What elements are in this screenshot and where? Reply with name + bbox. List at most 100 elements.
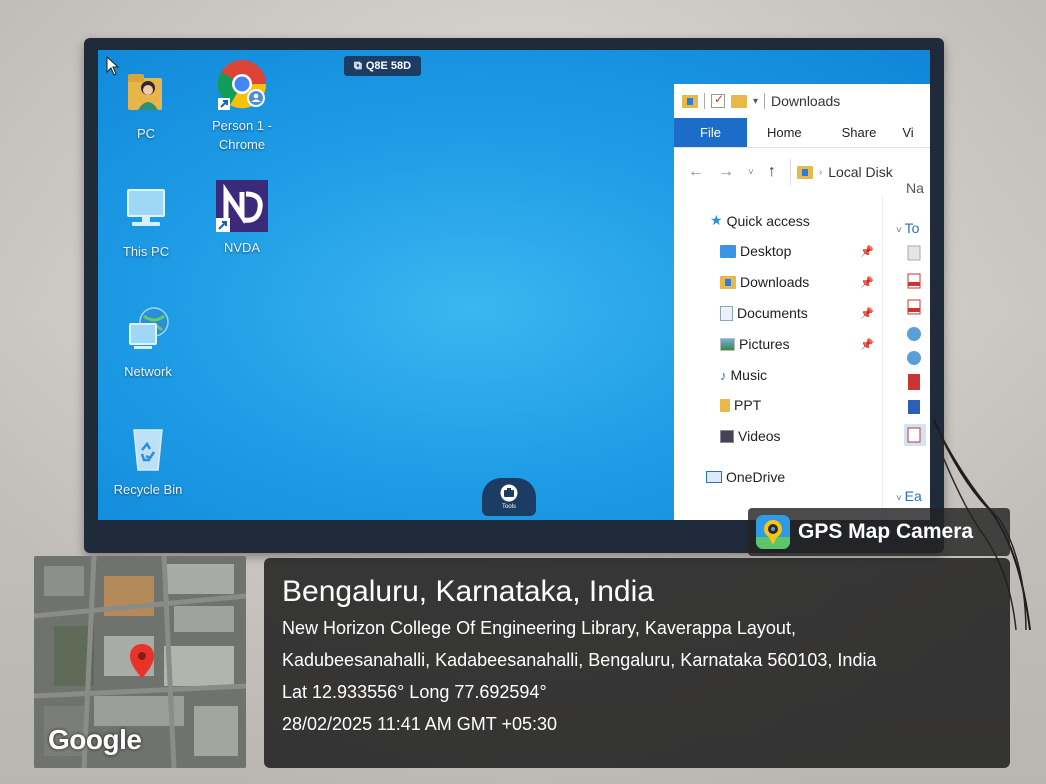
nav-label: Downloads <box>740 274 810 290</box>
timestamp: 28/02/2025 11:41 AM GMT +05:30 <box>282 714 558 734</box>
group-header-today[interactable]: ˅ To <box>896 220 919 236</box>
file-icons-column <box>904 245 926 446</box>
breadcrumb-separator-icon: › <box>818 166 823 178</box>
nav-label: Videos <box>738 428 781 444</box>
nav-quick-access[interactable]: ★ Quick access <box>710 212 810 229</box>
google-logo: Google <box>48 724 142 755</box>
desktop-icon-recycle-bin[interactable]: Recycle Bin <box>108 420 188 499</box>
group-header-earlier[interactable]: ˅ Ea <box>896 488 922 504</box>
tools-button[interactable]: Tools <box>482 478 536 516</box>
desktop-icon-label: Recycle Bin <box>113 482 183 497</box>
nav-label: Documents <box>737 305 808 321</box>
gps-app-badge: GPS Map Camera <box>748 508 1010 556</box>
address-line-2: Kadubeesanahalli, Kadabeesanahalli, Beng… <box>282 650 877 670</box>
screen-share-badge: ⧉ Q8E 58D <box>344 56 422 76</box>
music-icon: ♪ <box>720 367 727 383</box>
nav-label: PPT <box>734 397 762 413</box>
tab-file[interactable]: File <box>674 118 747 147</box>
gps-map-camera-icon <box>756 515 790 549</box>
title-separator <box>764 93 766 109</box>
pin-icon[interactable]: 📌 <box>860 338 874 351</box>
desktop-icon-chrome[interactable]: Person 1 - Chrome <box>202 56 282 154</box>
desktop-icon-label: This PC <box>122 244 170 259</box>
folder-icon <box>720 398 730 412</box>
window-title: Downloads <box>771 93 841 109</box>
tab-view[interactable]: Vi <box>896 118 919 147</box>
chevron-down-icon[interactable]: ▾ <box>753 96 758 107</box>
file-list-pane: Na ˅ To ˅ Ea <box>886 180 930 520</box>
pin-icon[interactable]: 📌 <box>860 307 874 320</box>
desktop-icon-label: Network <box>124 364 172 379</box>
nav-item-desktop[interactable]: Desktop <box>720 243 791 259</box>
chevron-down-icon: ˅ <box>896 493 905 504</box>
checkbox-icon[interactable]: ✓ <box>711 92 725 108</box>
ribbon-tabs: File Home Share Vi <box>674 118 930 148</box>
user-folder-icon <box>118 64 174 120</box>
back-arrow-icon[interactable]: ← <box>688 163 704 181</box>
pictures-icon <box>720 337 735 351</box>
nav-label: Desktop <box>740 243 792 259</box>
documents-icon <box>720 305 733 321</box>
nav-item-documents[interactable]: Documents <box>720 305 808 321</box>
city-title: Bengaluru, Karnataka, India <box>282 575 654 608</box>
cast-icon: ⧉ <box>354 59 362 72</box>
pin-icon[interactable]: 📌 <box>860 276 874 289</box>
nav-item-pictures[interactable]: Pictures <box>720 336 790 352</box>
videos-icon <box>720 429 734 443</box>
location-info-panel: Bengaluru, Karnataka, India New Horizon … <box>264 558 1010 768</box>
nav-label: Music <box>730 367 768 383</box>
nav-onedrive[interactable]: OneDrive <box>706 469 785 485</box>
downloads-folder-icon <box>796 165 813 179</box>
nvda-icon <box>214 178 270 234</box>
nav-item-downloads[interactable]: Downloads <box>720 274 809 290</box>
downloads-folder-icon <box>682 94 698 108</box>
computer-monitor-icon <box>118 182 174 238</box>
desktop-icon-this-pc[interactable]: This PC <box>106 182 186 261</box>
group-header-label: Ea <box>904 488 922 504</box>
folder-icon <box>720 244 736 258</box>
desktop-icon-label: PC <box>136 126 156 141</box>
nav-item-videos[interactable]: Videos <box>720 428 781 444</box>
nav-item-ppt[interactable]: PPT <box>720 397 761 413</box>
desktop-icon-label: Chrome <box>218 137 266 152</box>
nav-label: OneDrive <box>726 469 786 485</box>
nav-item-music[interactable]: ♪ Music <box>720 367 767 383</box>
forward-arrow-icon[interactable]: → <box>718 163 734 181</box>
onedrive-icon <box>706 471 722 483</box>
address-line-1: New Horizon College Of Engineering Libra… <box>282 618 796 638</box>
chevron-down-icon: ˅ <box>896 225 905 236</box>
map-thumbnail: Google <box>34 556 246 768</box>
network-globe-icon <box>120 302 176 358</box>
nav-label: Quick access <box>726 212 810 229</box>
gps-app-name: GPS Map Camera <box>798 520 974 543</box>
desktop-screen: ⧉ Q8E 58D PC Person 1 - Chrome This PC N… <box>98 50 930 520</box>
folder-icon[interactable] <box>731 94 747 108</box>
desktop-icon-label: Person 1 - <box>212 118 272 133</box>
pane-divider[interactable] <box>882 196 883 520</box>
navigation-bar: ← → ˅ ↑ › Local Disk <box>674 148 930 196</box>
address-text: Local Disk <box>828 164 893 180</box>
explorer-title-bar: ✓ ▾ Downloads <box>674 84 930 118</box>
tools-label: Tools <box>501 504 516 510</box>
chevron-down-icon[interactable]: ˅ <box>748 167 754 178</box>
pin-icon[interactable]: 📌 <box>860 245 874 258</box>
star-icon: ★ <box>710 212 723 228</box>
up-arrow-icon[interactable]: ↑ <box>768 163 776 181</box>
coordinates: Lat 12.933556° Long 77.692594° <box>282 682 547 702</box>
tab-home[interactable]: Home <box>747 118 822 147</box>
desktop-icon-network[interactable]: Network <box>108 302 188 381</box>
downloads-folder-icon <box>720 275 736 289</box>
column-header-name[interactable]: Na <box>906 180 924 196</box>
toolbox-icon <box>500 484 518 502</box>
desktop-icon-nvda[interactable]: NVDA <box>202 178 282 257</box>
group-header-label: To <box>904 220 920 236</box>
tab-share[interactable]: Share <box>822 118 897 147</box>
file-explorer-window: ✓ ▾ Downloads File Home Share Vi ← → ˅ ↑… <box>674 84 930 520</box>
screen-share-code: Q8E 58D <box>365 60 412 72</box>
nav-label: Pictures <box>739 336 790 352</box>
title-separator <box>704 93 705 109</box>
desktop-icon-pc[interactable]: PC <box>106 64 186 143</box>
explorer-body: ★ Quick access Desktop 📌 Downloads 📌 Doc… <box>674 180 930 520</box>
address-bar[interactable]: › Local Disk <box>789 159 893 185</box>
recycle-bin-icon <box>120 420 176 476</box>
